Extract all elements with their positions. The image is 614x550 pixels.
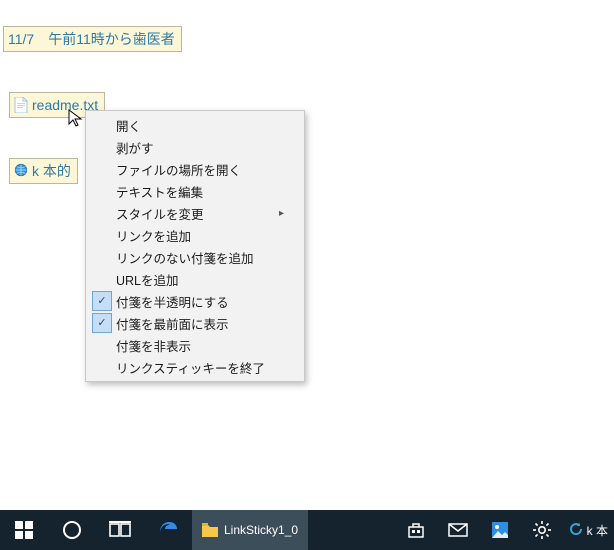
photos-icon xyxy=(491,521,509,539)
menu-item-label: 付箋を半透明にする xyxy=(116,292,274,311)
mail-icon xyxy=(448,523,468,537)
menu-item-add-url[interactable]: URLを追加 xyxy=(88,268,302,290)
submenu-arrow-icon: ▸ xyxy=(274,208,284,219)
context-menu: 開く 剥がす ファイルの場所を開く テキストを編集 スタイルを変更 ▸ リンクを… xyxy=(85,110,305,382)
menu-item-semi-transparent[interactable]: ✓ 付箋を半透明にする xyxy=(88,290,302,312)
menu-item-label: 付箋を非表示 xyxy=(116,336,274,355)
sticky-note-text: k 本的 xyxy=(32,161,71,181)
tray-app-ksite[interactable]: k 本 xyxy=(563,510,614,550)
menu-item-edit-text[interactable]: テキストを編集 xyxy=(88,180,302,202)
menu-item-label: テキストを編集 xyxy=(116,182,274,201)
menu-item-open-location[interactable]: ファイルの場所を開く xyxy=(88,158,302,180)
menu-item-label: リンクを追加 xyxy=(116,226,274,245)
sticky-note-text: 11/7 午前11時から歯医者 xyxy=(8,29,175,49)
menu-item-label: 開く xyxy=(116,116,274,135)
menu-item-add-no-link[interactable]: リンクのない付箋を追加 xyxy=(88,246,302,268)
gear-icon xyxy=(532,520,552,540)
tray-app-label: k 本 xyxy=(587,522,608,539)
globe-icon xyxy=(14,163,28,179)
tray-settings-button[interactable] xyxy=(521,510,563,550)
menu-item-label: URLを追加 xyxy=(116,270,274,289)
taskview-button[interactable] xyxy=(96,510,144,550)
check-icon: ✓ xyxy=(92,313,112,333)
menu-item-label: スタイルを変更 xyxy=(116,204,274,223)
menu-item-peel[interactable]: 剥がす xyxy=(88,136,302,158)
text-file-icon xyxy=(14,97,28,113)
start-button[interactable] xyxy=(0,510,48,550)
folder-icon xyxy=(202,523,218,537)
menu-item-label: リンクのない付箋を追加 xyxy=(116,248,274,267)
menu-item-label: 剥がす xyxy=(116,138,274,157)
menu-item-label: 付箋を最前面に表示 xyxy=(116,314,274,333)
store-icon xyxy=(407,521,425,539)
cortana-button[interactable] xyxy=(48,510,96,550)
taskbar-app-linksticky[interactable]: LinkSticky1_0 xyxy=(192,510,308,550)
refresh-icon xyxy=(569,522,583,539)
check-icon: ✓ xyxy=(92,291,112,311)
tray-store-button[interactable] xyxy=(395,510,437,550)
menu-item-label: リンクスティッキーを終了 xyxy=(116,358,274,377)
menu-item-add-link[interactable]: リンクを追加 xyxy=(88,224,302,246)
tray-photos-button[interactable] xyxy=(479,510,521,550)
menu-item-open[interactable]: 開く xyxy=(88,114,302,136)
menu-item-hide[interactable]: 付箋を非表示 xyxy=(88,334,302,356)
menu-item-exit[interactable]: リンクスティッキーを終了 xyxy=(88,356,302,378)
menu-item-label: ファイルの場所を開く xyxy=(116,160,274,179)
tray-mail-button[interactable] xyxy=(437,510,479,550)
sticky-note-appointment[interactable]: 11/7 午前11時から歯医者 xyxy=(3,26,182,52)
sticky-note-ksite[interactable]: k 本的 xyxy=(9,158,78,184)
cursor-icon xyxy=(68,109,86,127)
taskbar-app-label: LinkSticky1_0 xyxy=(224,523,298,537)
circle-icon xyxy=(62,520,82,540)
taskview-icon xyxy=(109,521,131,539)
edge-icon xyxy=(157,519,179,541)
taskbar: LinkSticky1_0 xyxy=(0,510,614,550)
menu-item-always-on-top[interactable]: ✓ 付箋を最前面に表示 xyxy=(88,312,302,334)
windows-icon xyxy=(15,521,33,539)
menu-item-change-style[interactable]: スタイルを変更 ▸ xyxy=(88,202,302,224)
edge-button[interactable] xyxy=(144,510,192,550)
